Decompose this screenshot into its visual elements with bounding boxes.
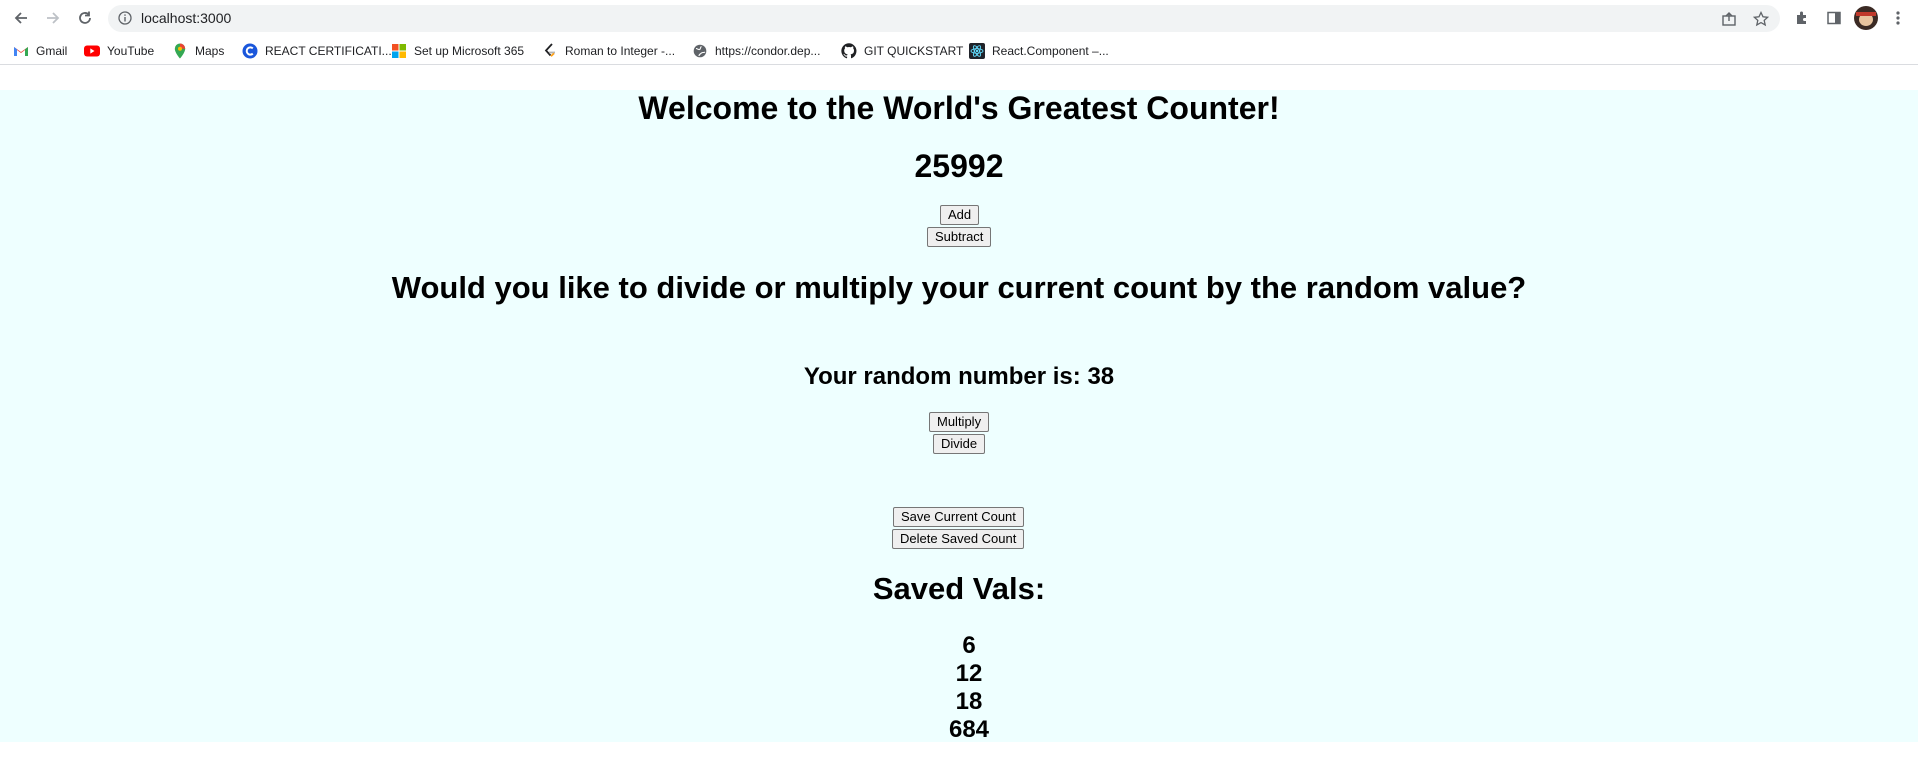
bookmark-condor[interactable]: https://condor.dep... bbox=[692, 42, 820, 60]
current-count: 25992 bbox=[914, 148, 1004, 184]
add-button[interactable]: Add bbox=[940, 205, 980, 225]
bookmark-label: YouTube bbox=[107, 44, 155, 58]
bookmark-roman-to-integer[interactable]: Roman to Integer -... bbox=[542, 42, 675, 60]
back-icon[interactable] bbox=[9, 6, 33, 30]
youtube-icon bbox=[84, 43, 100, 59]
divide-button[interactable]: Divide bbox=[933, 434, 986, 454]
multiply-button[interactable]: Multiply bbox=[929, 412, 990, 432]
bookmark-gmail[interactable]: Gmail bbox=[13, 42, 67, 60]
bookmark-label: Maps bbox=[195, 44, 225, 58]
bookmark-star-icon[interactable] bbox=[1752, 10, 1770, 28]
react-cert-icon bbox=[242, 43, 258, 59]
delete-saved-count-button[interactable]: Delete Saved Count bbox=[892, 529, 1025, 549]
bookmark-microsoft-365[interactable]: Set up Microsoft 365 bbox=[391, 42, 524, 60]
browser-toolbar: localhost:3000 bbox=[0, 0, 1918, 36]
saved-value: 684 bbox=[948, 716, 990, 743]
menu-kebab-icon[interactable] bbox=[1886, 6, 1910, 30]
bookmark-label: GIT QUICKSTART bbox=[864, 44, 964, 58]
bookmarks-bar: Gmail YouTube Maps REACT CERTIFICATI... … bbox=[0, 36, 1918, 65]
save-count-button[interactable]: Save Current Count bbox=[893, 507, 1024, 527]
microsoft-icon bbox=[391, 43, 407, 59]
globe-icon bbox=[692, 43, 708, 59]
saved-value: 6 bbox=[962, 632, 976, 659]
bookmark-maps[interactable]: Maps bbox=[172, 42, 224, 60]
reload-icon[interactable] bbox=[73, 6, 97, 30]
side-panel-icon[interactable] bbox=[1822, 6, 1846, 30]
profile-avatar[interactable] bbox=[1854, 6, 1878, 30]
counter-app: Welcome to the World's Greatest Counter!… bbox=[0, 90, 1918, 744]
bookmark-react-component[interactable]: React.Component –... bbox=[969, 42, 1109, 60]
address-bar[interactable]: localhost:3000 bbox=[108, 5, 1780, 32]
bookmark-youtube[interactable]: YouTube bbox=[84, 42, 154, 60]
multiply-divide-question: Would you like to divide or multiply you… bbox=[391, 270, 1527, 305]
saved-value: 18 bbox=[955, 688, 983, 715]
saved-values-heading: Saved Vals: bbox=[872, 571, 1046, 606]
bookmark-label: https://condor.dep... bbox=[715, 44, 821, 58]
subtract-button[interactable]: Subtract bbox=[927, 227, 992, 247]
extensions-icon[interactable] bbox=[1790, 6, 1814, 30]
bookmark-label: REACT CERTIFICATI... bbox=[265, 44, 392, 58]
share-icon[interactable] bbox=[1720, 10, 1738, 28]
github-icon bbox=[841, 43, 857, 59]
forward-icon[interactable] bbox=[41, 6, 65, 30]
leetcode-icon bbox=[542, 43, 558, 59]
bookmark-react-certification[interactable]: REACT CERTIFICATI... bbox=[242, 42, 392, 60]
maps-icon bbox=[172, 43, 188, 59]
page-title: Welcome to the World's Greatest Counter! bbox=[638, 90, 1280, 126]
gmail-icon bbox=[13, 43, 29, 59]
site-info-icon[interactable] bbox=[118, 11, 132, 30]
saved-value: 12 bbox=[955, 660, 983, 687]
random-number-text: Your random number is: 38 bbox=[803, 363, 1115, 390]
bookmark-label: Gmail bbox=[36, 44, 68, 58]
url-text[interactable]: localhost:3000 bbox=[141, 10, 231, 26]
bookmark-label: Set up Microsoft 365 bbox=[414, 44, 525, 58]
saved-values-list: 6 12 18 684 bbox=[0, 632, 1918, 744]
bookmark-label: React.Component –... bbox=[992, 44, 1109, 58]
bookmark-label: Roman to Integer -... bbox=[565, 44, 676, 58]
react-icon bbox=[969, 43, 985, 59]
bookmark-git-quickstart[interactable]: GIT QUICKSTART bbox=[841, 42, 963, 60]
